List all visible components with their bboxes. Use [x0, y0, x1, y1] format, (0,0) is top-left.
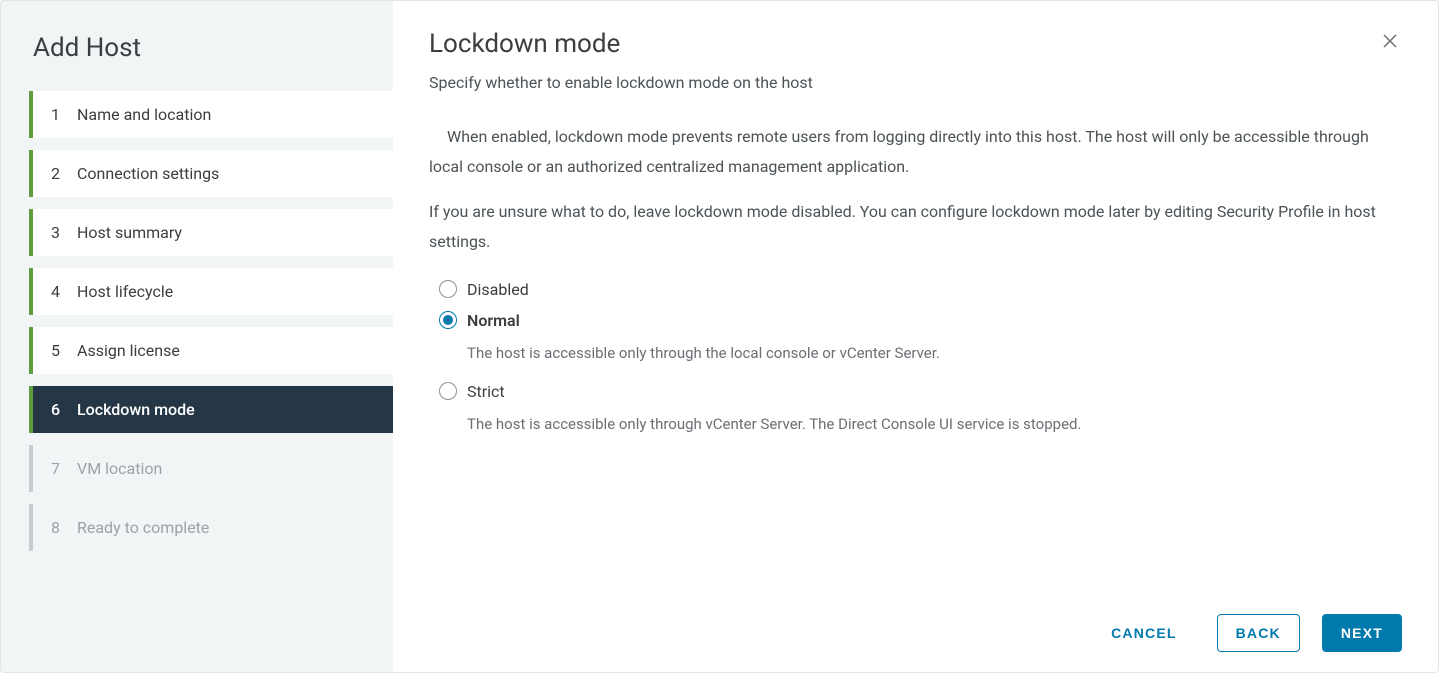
wizard-footer: CANCEL BACK NEXT	[429, 594, 1402, 652]
description-paragraph-1: When enabled, lockdown mode prevents rem…	[429, 122, 1402, 183]
radio-option-disabled[interactable]: Disabled	[439, 278, 1402, 301]
description-paragraph-2: If you are unsure what to do, leave lock…	[429, 197, 1402, 258]
step-number: 6	[51, 400, 65, 419]
step-item: 4 Host lifecycle	[33, 268, 393, 315]
radio-label: Strict	[467, 382, 505, 401]
radio-option-normal[interactable]: Normal	[439, 309, 1402, 332]
step-item: 7 VM location	[33, 445, 393, 492]
header-text: Lockdown mode	[429, 29, 620, 73]
back-button[interactable]: BACK	[1217, 614, 1300, 652]
step-number: 7	[51, 459, 65, 478]
step-item: 3 Host summary	[33, 209, 393, 256]
step-item: 6 Lockdown mode	[33, 386, 393, 433]
radio-label: Normal	[467, 311, 520, 330]
radio-dot-icon	[443, 315, 453, 325]
page-title: Lockdown mode	[429, 29, 620, 59]
step-label: Connection settings	[77, 164, 219, 183]
wizard-sidebar: Add Host 1 Name and location 2 Connectio…	[1, 1, 393, 672]
step-number: 3	[51, 223, 65, 242]
step-assign-license[interactable]: 5 Assign license	[29, 327, 393, 374]
step-label: Host lifecycle	[77, 282, 173, 301]
step-label: Host summary	[77, 223, 182, 242]
page-subtitle: Specify whether to enable lockdown mode …	[429, 73, 1402, 92]
wizard-title: Add Host	[1, 33, 393, 91]
close-icon	[1382, 33, 1398, 53]
step-number: 5	[51, 341, 65, 360]
step-item: 1 Name and location	[33, 91, 393, 138]
step-number: 1	[51, 105, 65, 124]
radio-icon	[439, 280, 457, 298]
step-label: Lockdown mode	[77, 400, 195, 419]
radio-option-normal-description: The host is accessible only through the …	[439, 344, 1402, 362]
step-vm-location: 7 VM location	[29, 445, 393, 492]
wizard-steps: 1 Name and location 2 Connection setting…	[1, 91, 393, 551]
add-host-wizard: Add Host 1 Name and location 2 Connectio…	[0, 0, 1439, 673]
wizard-main: Lockdown mode Specify whether to enable …	[393, 1, 1438, 672]
step-item: 8 Ready to complete	[33, 504, 393, 551]
step-number: 8	[51, 518, 65, 537]
radio-label: Disabled	[467, 280, 529, 299]
step-label: Name and location	[77, 105, 211, 124]
lockdown-mode-options: Disabled Normal The host is accessible o…	[429, 278, 1402, 443]
radio-icon	[439, 382, 457, 400]
step-host-summary[interactable]: 3 Host summary	[29, 209, 393, 256]
cancel-button[interactable]: CANCEL	[1093, 615, 1195, 651]
step-item: 5 Assign license	[33, 327, 393, 374]
main-header: Lockdown mode	[429, 29, 1402, 73]
radio-icon	[439, 311, 457, 329]
radio-option-strict-description: The host is accessible only through vCen…	[439, 415, 1402, 433]
step-name-and-location[interactable]: 1 Name and location	[29, 91, 393, 138]
step-label: VM location	[77, 459, 162, 478]
step-lockdown-mode[interactable]: 6 Lockdown mode	[29, 386, 393, 433]
close-button[interactable]	[1378, 29, 1402, 56]
step-ready-to-complete: 8 Ready to complete	[29, 504, 393, 551]
step-item: 2 Connection settings	[33, 150, 393, 197]
step-connection-settings[interactable]: 2 Connection settings	[29, 150, 393, 197]
next-button[interactable]: NEXT	[1322, 614, 1402, 652]
step-number: 4	[51, 282, 65, 301]
step-number: 2	[51, 164, 65, 183]
step-label: Assign license	[77, 341, 180, 360]
step-host-lifecycle[interactable]: 4 Host lifecycle	[29, 268, 393, 315]
radio-option-strict[interactable]: Strict	[439, 380, 1402, 403]
step-label: Ready to complete	[77, 518, 209, 537]
